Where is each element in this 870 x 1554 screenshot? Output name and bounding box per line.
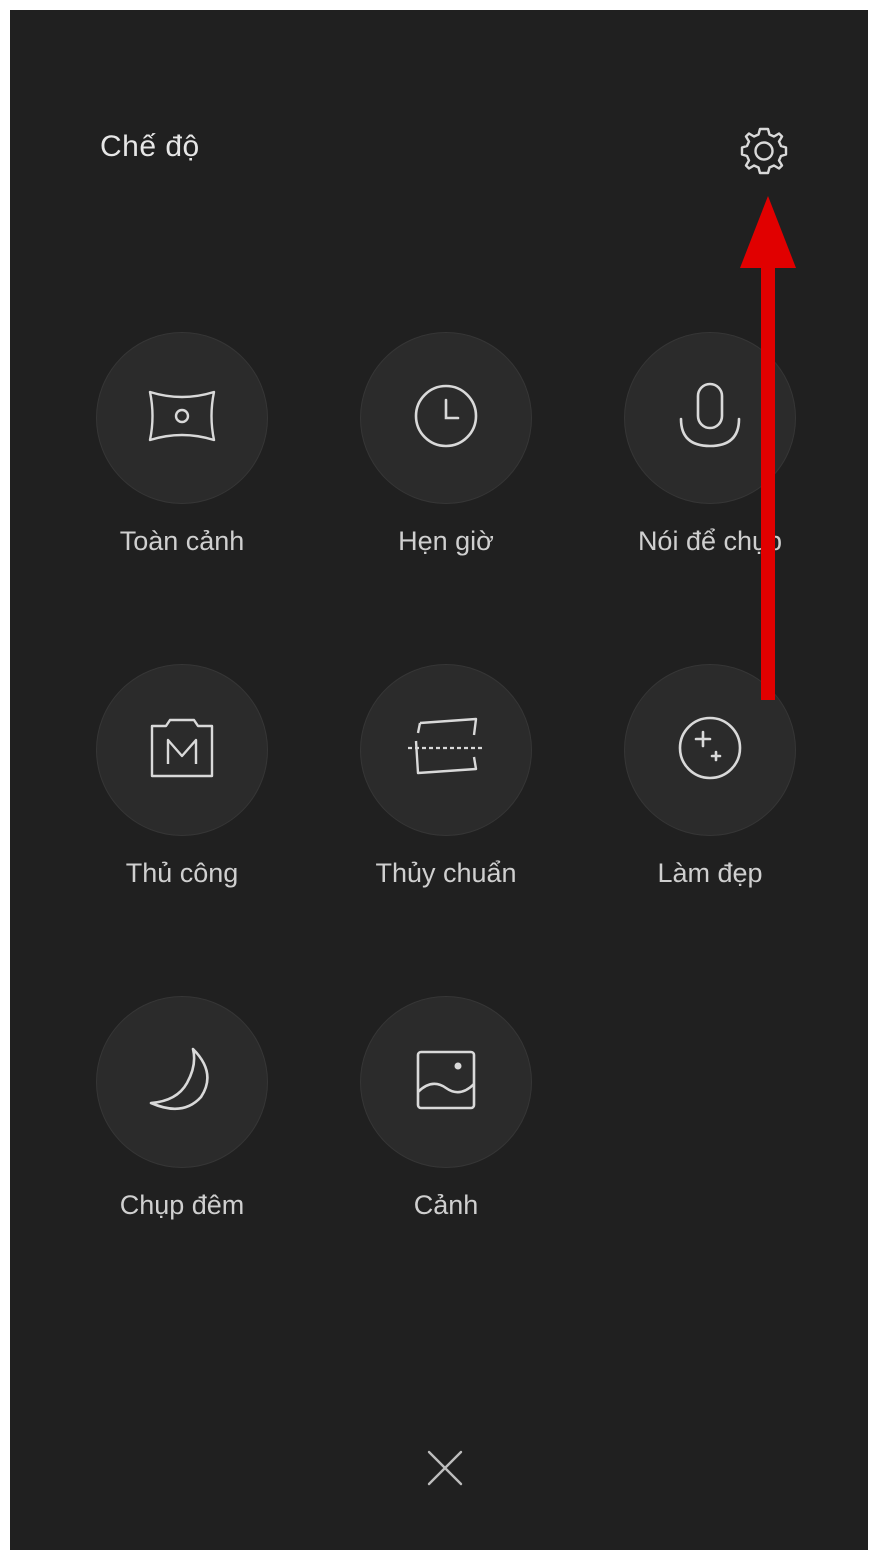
mode-label: Toàn cảnh: [119, 526, 245, 556]
mode-label: Cảnh: [413, 1190, 479, 1220]
mode-panorama[interactable]: Toàn cảnh: [77, 332, 287, 572]
mode-night-circle: [96, 996, 268, 1168]
mode-label: Nói để chụp: [637, 526, 783, 556]
mode-landscape-circle: [360, 996, 532, 1168]
mode-panorama-circle: [96, 332, 268, 504]
mode-timer[interactable]: Hẹn giờ: [341, 332, 551, 572]
mode-label: Làm đẹp: [657, 858, 763, 888]
mode-beautify-circle: [624, 664, 796, 836]
mode-beautify[interactable]: Làm đẹp: [605, 664, 815, 904]
microphone-icon: [675, 381, 745, 456]
close-button[interactable]: [415, 1440, 475, 1500]
landscape-icon: [414, 1048, 478, 1117]
level-icon: [406, 715, 486, 786]
page-title: Chế độ: [100, 130, 200, 163]
settings-button[interactable]: [733, 122, 795, 184]
camera-mode-screen: Chế độ Toàn cảnh Hẹn giờ Nói để chụp Thủ…: [10, 10, 868, 1550]
panorama-icon: [144, 386, 220, 451]
mode-manual-circle: [96, 664, 268, 836]
mode-label: Hẹn giờ: [398, 526, 494, 556]
mode-manual[interactable]: Thủ công: [77, 664, 287, 904]
gear-icon: [737, 124, 791, 183]
beautify-icon: [674, 712, 746, 789]
clock-icon: [410, 380, 482, 457]
mode-voice-circle: [624, 332, 796, 504]
close-icon: [425, 1448, 465, 1493]
mode-landscape[interactable]: Cảnh: [341, 996, 551, 1236]
mode-label: Thủ công: [125, 858, 239, 888]
mode-level[interactable]: Thủy chuẩn: [341, 664, 551, 904]
moon-icon: [147, 1045, 217, 1120]
mode-level-circle: [360, 664, 532, 836]
mode-timer-circle: [360, 332, 532, 504]
mode-label: Thủy chuẩn: [375, 858, 517, 888]
mode-night[interactable]: Chụp đêm: [77, 996, 287, 1236]
manual-camera-icon: [148, 716, 216, 785]
mode-voice[interactable]: Nói để chụp: [605, 332, 815, 572]
mode-label: Chụp đêm: [119, 1190, 245, 1220]
